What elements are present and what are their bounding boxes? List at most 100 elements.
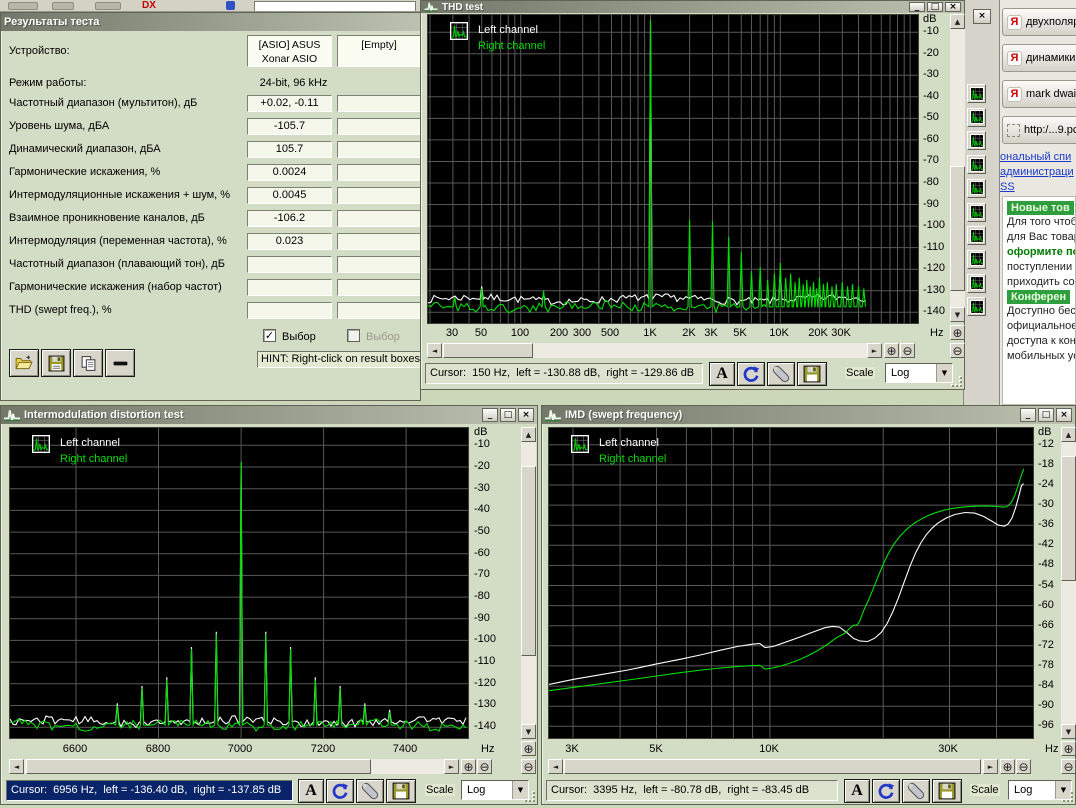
result-value-box-2[interactable] (337, 233, 421, 250)
spectrum-window-icon[interactable] (967, 226, 986, 245)
save-button[interactable] (797, 362, 827, 386)
zoom-out-y-icon[interactable]: ⊖ (950, 343, 965, 358)
imd-plot[interactable] (10, 428, 468, 738)
zoom-in-x-icon[interactable]: ⊕ (884, 343, 899, 358)
close-button[interactable]: × (1056, 408, 1072, 422)
zoom-out-x-icon[interactable]: ⊖ (900, 343, 915, 358)
info-icon[interactable] (226, 1, 235, 10)
swept-plot-area[interactable]: Left channel Right channel (548, 427, 1034, 739)
toolbar-combo-fragment[interactable] (254, 1, 416, 12)
result-value-box-2[interactable] (337, 164, 421, 181)
settings-button[interactable] (767, 362, 795, 386)
zoom-out-y-icon[interactable]: ⊖ (521, 759, 536, 774)
zoom-in-x-icon[interactable]: ⊕ (461, 759, 476, 774)
scroll-left-icon[interactable]: ◄ (9, 759, 24, 774)
browser-list-item[interactable]: Ядинамики .. (1002, 44, 1076, 72)
result-value-box-1[interactable] (247, 279, 332, 296)
close-button[interactable]: × (945, 2, 961, 12)
resize-grip[interactable] (526, 793, 535, 802)
zoom-in-y-icon[interactable]: ⊕ (1061, 741, 1076, 756)
refresh-button[interactable] (326, 779, 354, 803)
device-value-box-2[interactable]: [Empty] (337, 35, 421, 67)
scroll-up-icon[interactable]: ▲ (521, 427, 536, 442)
scroll-up-icon[interactable]: ▲ (1061, 427, 1076, 442)
browser-link[interactable]: SS (1000, 181, 1015, 193)
zoom-in-y-icon[interactable]: ⊕ (521, 741, 536, 756)
result-value-box-2[interactable] (337, 141, 421, 158)
section-text-line[interactable]: оформите под (1007, 245, 1075, 260)
result-value-box-1[interactable]: 0.0045 (247, 187, 332, 204)
refresh-button[interactable] (737, 362, 765, 386)
result-value-box-2[interactable] (337, 279, 421, 296)
browser-list-item[interactable]: http:/...9.pc (1002, 116, 1076, 144)
browser-list-item[interactable]: Ядвухполяр. (1002, 8, 1076, 36)
v-scroll-thumb[interactable] (521, 466, 536, 656)
h-scroll-thumb[interactable] (564, 759, 981, 774)
spectrum-window-icon[interactable] (967, 250, 986, 269)
maximize-button[interactable]: □ (500, 408, 516, 422)
swept-titlebar[interactable]: IMD (swept frequency) _ □ × (542, 406, 1075, 424)
spectrum-window-icon[interactable] (967, 203, 986, 222)
zoom-out-x-icon[interactable]: ⊖ (477, 759, 492, 774)
directx-icon[interactable]: DX (142, 0, 156, 11)
swept-plot[interactable] (549, 428, 1033, 738)
zoom-in-x-icon[interactable]: ⊕ (1000, 759, 1015, 774)
result-value-box-2[interactable] (337, 256, 421, 273)
settings-button[interactable] (902, 779, 930, 803)
browser-link[interactable]: администраци (1000, 166, 1074, 178)
h-scroll-thumb[interactable] (26, 759, 371, 774)
save-button[interactable] (386, 779, 416, 803)
result-value-box-2[interactable] (337, 95, 421, 112)
v-scroll-thumb[interactable] (950, 166, 965, 291)
close-icon[interactable]: × (973, 9, 991, 24)
result-value-box-1[interactable]: -105.7 (247, 118, 332, 135)
scroll-down-icon[interactable]: ▼ (950, 307, 965, 322)
scroll-right-icon[interactable]: ► (983, 759, 998, 774)
result-value-box-2[interactable] (337, 302, 421, 319)
h-scroll-thumb[interactable] (443, 343, 533, 358)
open-button[interactable] (9, 349, 39, 377)
save-button[interactable] (932, 779, 962, 803)
result-value-box-2[interactable] (337, 118, 421, 135)
scroll-left-icon[interactable]: ◄ (427, 343, 442, 358)
maximize-button[interactable]: □ (1038, 408, 1054, 422)
result-value-box-1[interactable] (247, 302, 332, 319)
close-button[interactable]: × (518, 408, 534, 422)
device-value-box-1[interactable]: [ASIO] ASUS Xonar ASIO (247, 35, 332, 67)
zoom-out-y-icon[interactable]: ⊖ (1061, 759, 1076, 774)
results-titlebar[interactable]: Результаты теста (1, 13, 420, 31)
resize-grip[interactable] (953, 378, 962, 387)
scale-select[interactable]: Log ▼ (1008, 780, 1072, 800)
refresh-button[interactable] (872, 779, 900, 803)
result-value-box-1[interactable]: 0.0024 (247, 164, 332, 181)
resize-grip[interactable] (1064, 793, 1073, 802)
zoom-in-y-icon[interactable]: ⊕ (950, 325, 965, 340)
result-value-box-2[interactable] (337, 187, 421, 204)
maximize-button[interactable]: □ (927, 2, 943, 12)
spectrum-window-icon[interactable] (967, 108, 986, 127)
v-scroll-thumb[interactable] (1061, 456, 1076, 581)
result-value-box-1[interactable]: +0.02, -0.11 (247, 95, 332, 112)
select-checkbox-1[interactable]: ✓ (263, 329, 276, 342)
result-value-box-2[interactable] (337, 210, 421, 227)
minimize-button[interactable]: _ (909, 2, 925, 12)
scale-select[interactable]: Log ▼ (461, 780, 529, 800)
scale-select[interactable]: Log ▼ (885, 363, 953, 383)
remove-button[interactable] (105, 349, 135, 377)
toolbar-icon[interactable] (8, 2, 38, 10)
settings-button[interactable] (356, 779, 384, 803)
copy-button[interactable] (73, 349, 103, 377)
spectrum-window-icon[interactable] (967, 179, 986, 198)
spectrum-window-icon[interactable] (967, 131, 986, 150)
browser-list-item[interactable]: Яmark dwain. (1002, 80, 1076, 108)
scroll-right-icon[interactable]: ► (444, 759, 459, 774)
scroll-down-icon[interactable]: ▼ (521, 724, 536, 739)
result-value-box-1[interactable]: 105.7 (247, 141, 332, 158)
result-value-box-1[interactable] (247, 256, 332, 273)
scroll-right-icon[interactable]: ► (867, 343, 882, 358)
spectrum-window-icon[interactable] (967, 84, 986, 103)
scroll-up-icon[interactable]: ▲ (950, 14, 965, 29)
scroll-left-icon[interactable]: ◄ (548, 759, 563, 774)
imd-titlebar[interactable]: Intermodulation distortion test _ □ × (1, 406, 537, 424)
spectrum-window-icon[interactable] (967, 297, 986, 316)
